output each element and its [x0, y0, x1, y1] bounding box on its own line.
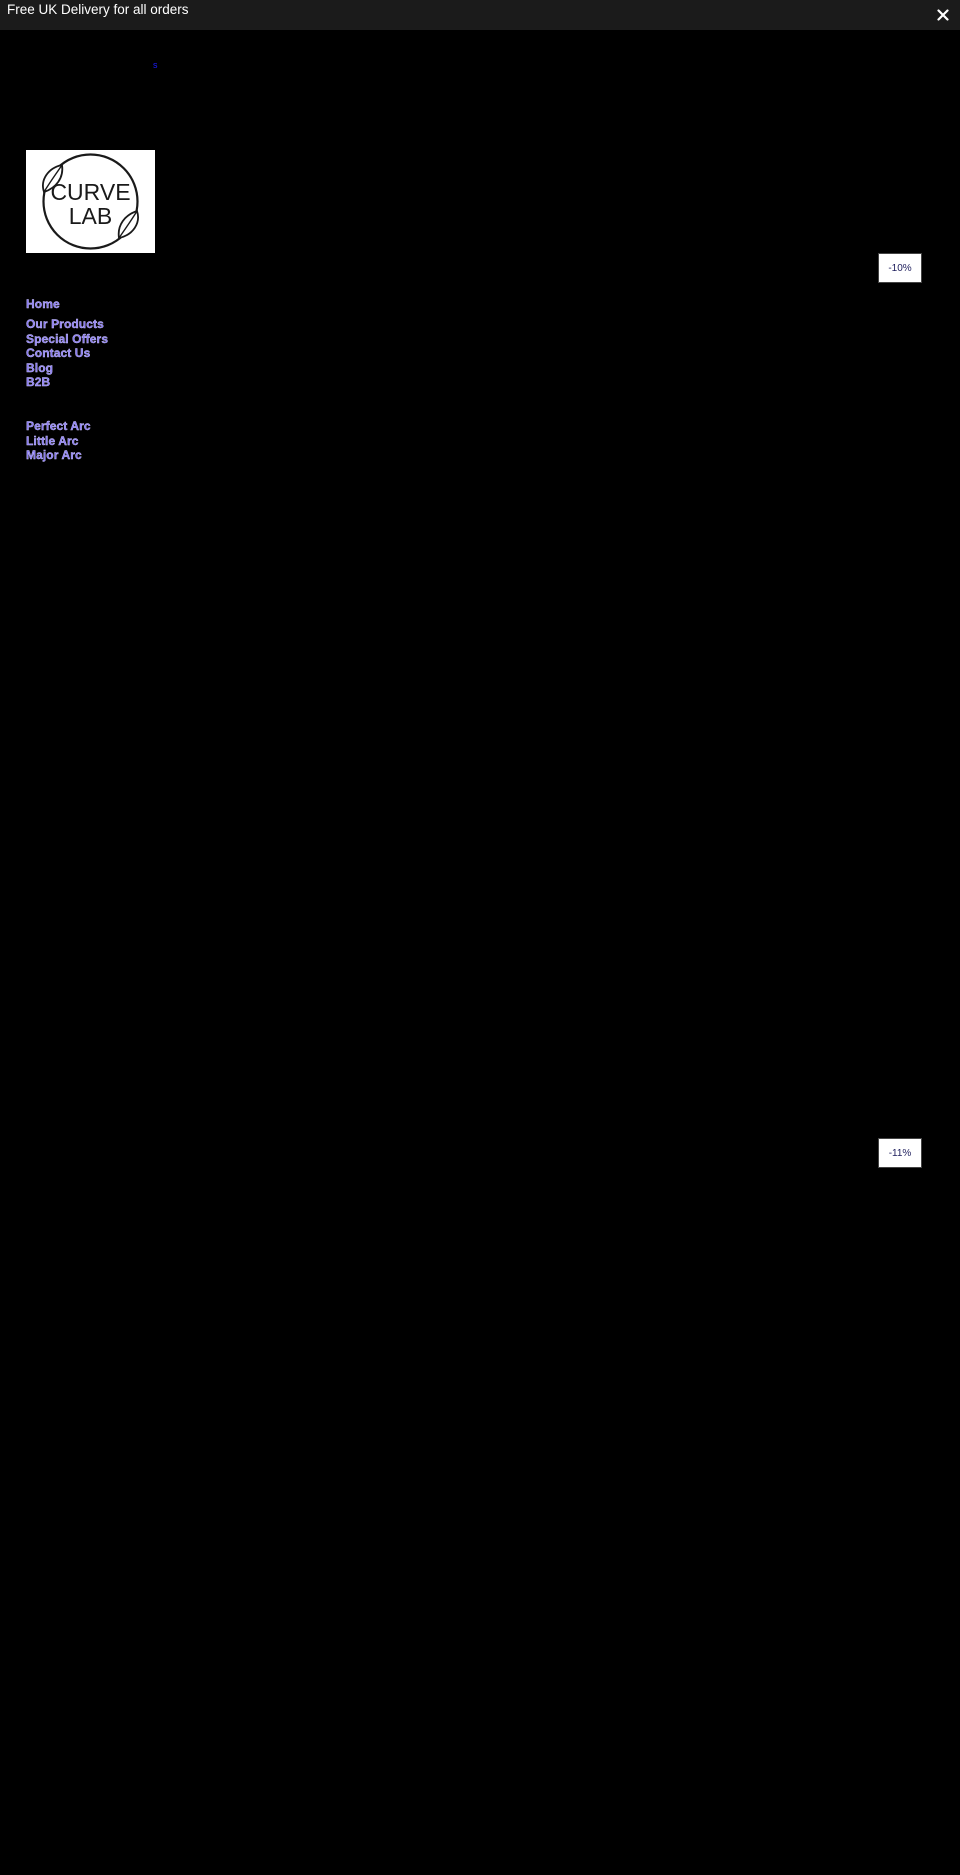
svg-text:CURVE: CURVE	[50, 179, 130, 205]
nav-item-home[interactable]: Home	[26, 297, 108, 311]
nav-item-special-offers[interactable]: Special Offers	[26, 332, 108, 346]
product-link-little-arc[interactable]: Little Arc	[26, 434, 108, 448]
nav-item-b2b[interactable]: B2B	[26, 375, 108, 389]
nav-item-contact-us[interactable]: Contact Us	[26, 346, 108, 360]
logo-link[interactable]: CURVE LAB	[26, 150, 155, 253]
curve-lab-logo: CURVE LAB	[42, 153, 139, 250]
nav-item-blog[interactable]: Blog	[26, 360, 108, 375]
skip-to-content-link[interactable]: s	[153, 60, 158, 70]
close-button[interactable]	[934, 6, 952, 24]
product-link-major-arc[interactable]: Major Arc	[26, 448, 108, 462]
announcement-bar: Free UK Delivery for all orders	[0, 0, 960, 30]
discount-badge: -11%	[878, 1138, 922, 1168]
svg-text:LAB: LAB	[69, 203, 112, 229]
nav-item-our-products[interactable]: Our Products	[26, 317, 108, 331]
discount-badge: -10%	[878, 253, 922, 283]
product-link-perfect-arc[interactable]: Perfect Arc	[26, 419, 108, 433]
main-nav: Home Our Products Special Offers Contact…	[26, 297, 108, 463]
announcement-text: Free UK Delivery for all orders	[7, 2, 189, 17]
close-icon	[937, 9, 949, 21]
leaf-icon	[117, 209, 139, 240]
